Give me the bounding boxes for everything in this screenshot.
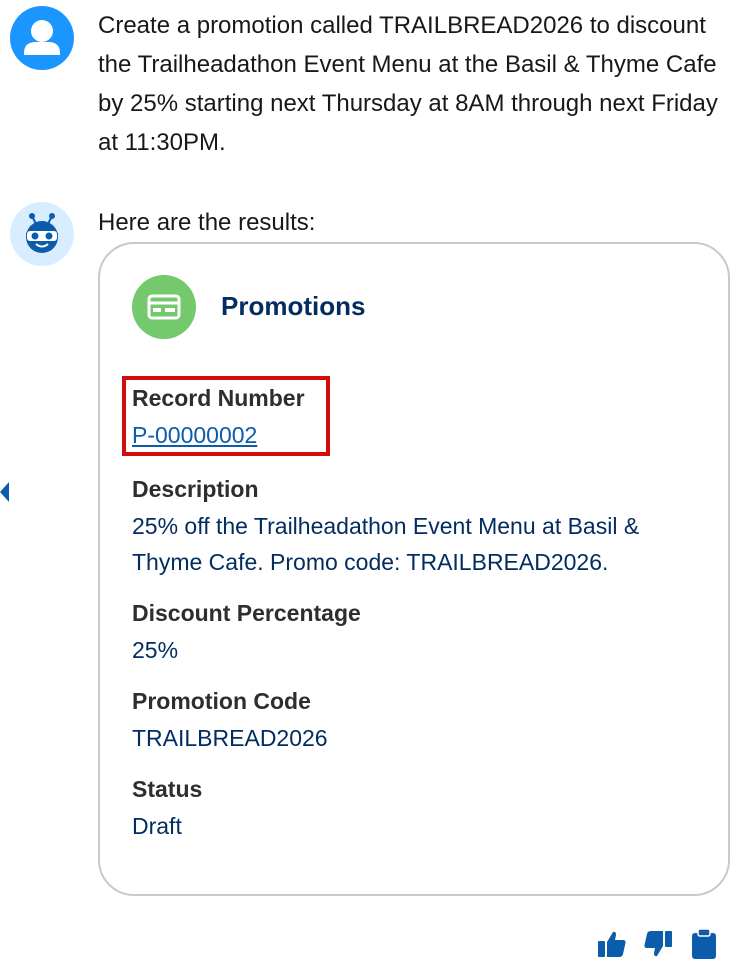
card-title: Promotions: [221, 291, 366, 321]
discount-percentage-value: 25%: [132, 637, 179, 663]
promotion-code-value: TRAILBREAD2026: [132, 725, 328, 751]
record-number-highlight: [122, 376, 330, 456]
field-promotion-code: Promotion Code TRAILBREAD2026: [132, 686, 328, 756]
clipboard-icon[interactable]: [688, 928, 720, 960]
thumbs-up-icon[interactable]: [596, 928, 628, 960]
promotion-code-label: Promotion Code: [132, 688, 311, 714]
user-avatar-icon: [10, 6, 74, 70]
description-value: 25% off the Trailheadathon Event Menu at…: [132, 513, 640, 575]
thumbs-down-icon[interactable]: [642, 928, 674, 960]
field-discount-percentage: Discount Percentage 25%: [132, 598, 361, 668]
status-label: Status: [132, 776, 203, 802]
promotions-card-icon: [132, 275, 196, 339]
user-message: Create a promotion called TRAILBREAD2026…: [98, 12, 718, 156]
collapse-arrow-icon[interactable]: [0, 482, 9, 502]
field-description: Description 25% off the Trailheadathon E…: [132, 474, 692, 580]
bot-avatar-icon: [10, 202, 74, 266]
field-status: Status Draft: [132, 774, 202, 844]
chat-page: Create a promotion called TRAILBREAD2026…: [0, 0, 744, 972]
message-actions: [596, 928, 720, 960]
status-value: Draft: [132, 813, 182, 839]
description-label: Description: [132, 476, 259, 502]
bot-intro-text: Here are the results:: [98, 209, 316, 236]
results-card: Promotions Record Number P-00000002 Desc…: [98, 242, 730, 896]
discount-percentage-label: Discount Percentage: [132, 600, 361, 626]
